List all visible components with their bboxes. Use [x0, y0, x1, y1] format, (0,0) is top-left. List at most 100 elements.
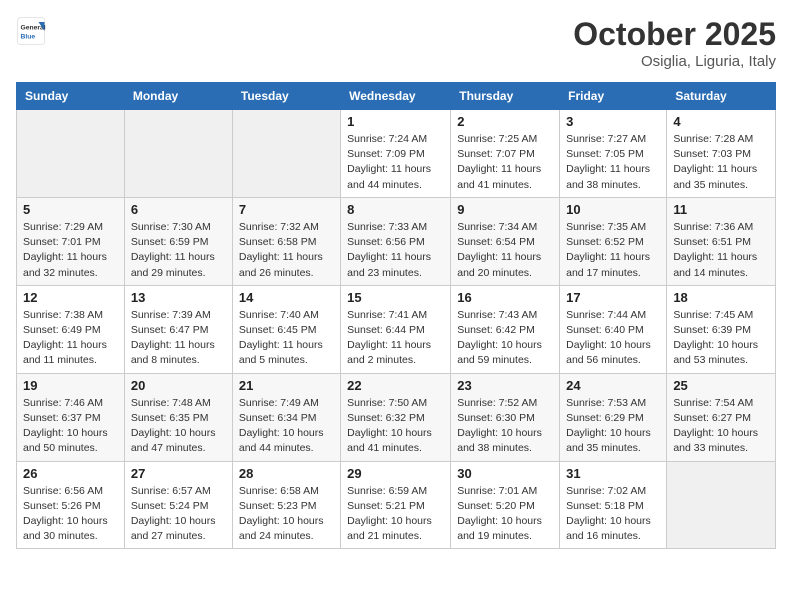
calendar-cell: 25 Sunrise: 7:54 AMSunset: 6:27 PMDayligh…: [667, 373, 776, 461]
day-info: Sunrise: 7:50 AMSunset: 6:32 PMDaylight:…: [347, 396, 444, 457]
day-info: Sunrise: 7:33 AMSunset: 6:56 PMDaylight:…: [347, 220, 444, 281]
day-number: 2: [457, 114, 553, 129]
day-number: 17: [566, 290, 660, 305]
page-header: General Blue October 2025 Osiglia, Ligur…: [16, 16, 776, 70]
day-info: Sunrise: 7:27 AMSunset: 7:05 PMDaylight:…: [566, 132, 660, 193]
day-number: 12: [23, 290, 118, 305]
day-number: 27: [131, 466, 226, 481]
day-info: Sunrise: 7:46 AMSunset: 6:37 PMDaylight:…: [23, 396, 118, 457]
day-number: 7: [239, 202, 334, 217]
calendar-cell: 14 Sunrise: 7:40 AMSunset: 6:45 PMDayligh…: [232, 285, 340, 373]
day-info: Sunrise: 7:41 AMSunset: 6:44 PMDaylight:…: [347, 308, 444, 369]
week-row-4: 19Sunrise: 7:46 AMSunset: 6:37 PMDayligh…: [17, 373, 776, 461]
calendar-cell: 15 Sunrise: 7:41 AMSunset: 6:44 PMDayligh…: [341, 285, 451, 373]
calendar-cell: 23 Sunrise: 7:52 AMSunset: 6:30 PMDayligh…: [451, 373, 560, 461]
calendar-cell: 8 Sunrise: 7:33 AMSunset: 6:56 PMDaylight…: [341, 197, 451, 285]
calendar-cell: 9 Sunrise: 7:34 AMSunset: 6:54 PMDaylight…: [451, 197, 560, 285]
calendar-cell: 26Sunrise: 6:56 AMSunset: 5:26 PMDayligh…: [17, 461, 125, 549]
day-info: Sunrise: 7:45 AMSunset: 6:39 PMDaylight:…: [673, 308, 769, 369]
day-number: 16: [457, 290, 553, 305]
svg-text:Blue: Blue: [21, 34, 36, 41]
day-number: 14: [239, 290, 334, 305]
day-info: Sunrise: 7:29 AMSunset: 7:01 PMDaylight:…: [23, 220, 118, 281]
calendar-cell: 10 Sunrise: 7:35 AMSunset: 6:52 PMDayligh…: [560, 197, 667, 285]
weekday-header-thursday: Thursday: [451, 83, 560, 110]
day-info: Sunrise: 7:34 AMSunset: 6:54 PMDaylight:…: [457, 220, 553, 281]
logo: General Blue: [16, 16, 46, 46]
day-number: 6: [131, 202, 226, 217]
calendar-cell: 31 Sunrise: 7:02 AMSunset: 5:18 PMDayligh…: [560, 461, 667, 549]
weekday-header-sunday: Sunday: [17, 83, 125, 110]
calendar-cell: 13 Sunrise: 7:39 AMSunset: 6:47 PMDayligh…: [124, 285, 232, 373]
week-row-5: 26Sunrise: 6:56 AMSunset: 5:26 PMDayligh…: [17, 461, 776, 549]
week-row-1: 1 Sunrise: 7:24 AMSunset: 7:09 PMDaylight…: [17, 110, 776, 198]
calendar-cell: 19Sunrise: 7:46 AMSunset: 6:37 PMDayligh…: [17, 373, 125, 461]
logo-icon: General Blue: [16, 16, 46, 46]
calendar-cell: 4Sunrise: 7:28 AMSunset: 7:03 PMDaylight…: [667, 110, 776, 198]
day-info: Sunrise: 7:52 AMSunset: 6:30 PMDaylight:…: [457, 396, 553, 457]
calendar-cell: [124, 110, 232, 198]
day-number: 5: [23, 202, 118, 217]
calendar-cell: 21Sunrise: 7:49 AMSunset: 6:34 PMDayligh…: [232, 373, 340, 461]
day-info: Sunrise: 7:35 AMSunset: 6:52 PMDaylight:…: [566, 220, 660, 281]
calendar-cell: 29 Sunrise: 6:59 AMSunset: 5:21 PMDayligh…: [341, 461, 451, 549]
weekday-header-saturday: Saturday: [667, 83, 776, 110]
calendar-cell: 16Sunrise: 7:43 AMSunset: 6:42 PMDayligh…: [451, 285, 560, 373]
calendar-cell: 17 Sunrise: 7:44 AMSunset: 6:40 PMDayligh…: [560, 285, 667, 373]
day-info: Sunrise: 7:01 AMSunset: 5:20 PMDaylight:…: [457, 484, 553, 545]
day-number: 15: [347, 290, 444, 305]
day-number: 10: [566, 202, 660, 217]
day-info: Sunrise: 7:49 AMSunset: 6:34 PMDaylight:…: [239, 396, 334, 457]
calendar-cell: 2 Sunrise: 7:25 AMSunset: 7:07 PMDaylight…: [451, 110, 560, 198]
day-info: Sunrise: 6:59 AMSunset: 5:21 PMDaylight:…: [347, 484, 444, 545]
day-info: Sunrise: 7:48 AMSunset: 6:35 PMDaylight:…: [131, 396, 226, 457]
day-number: 3: [566, 114, 660, 129]
day-number: 11: [673, 202, 769, 217]
day-number: 29: [347, 466, 444, 481]
day-info: Sunrise: 6:58 AMSunset: 5:23 PMDaylight:…: [239, 484, 334, 545]
day-number: 22: [347, 378, 444, 393]
day-number: 9: [457, 202, 553, 217]
calendar-cell: 30 Sunrise: 7:01 AMSunset: 5:20 PMDayligh…: [451, 461, 560, 549]
month-title: October 2025: [573, 16, 776, 53]
calendar-cell: [17, 110, 125, 198]
day-info: Sunrise: 7:39 AMSunset: 6:47 PMDaylight:…: [131, 308, 226, 369]
day-number: 18: [673, 290, 769, 305]
calendar-cell: 1 Sunrise: 7:24 AMSunset: 7:09 PMDaylight…: [341, 110, 451, 198]
day-number: 30: [457, 466, 553, 481]
day-info: Sunrise: 7:36 AMSunset: 6:51 PMDaylight:…: [673, 220, 769, 281]
calendar-cell: 6 Sunrise: 7:30 AMSunset: 6:59 PMDaylight…: [124, 197, 232, 285]
weekday-header-friday: Friday: [560, 83, 667, 110]
day-info: Sunrise: 7:40 AMSunset: 6:45 PMDaylight:…: [239, 308, 334, 369]
day-info: Sunrise: 7:54 AMSunset: 6:27 PMDaylight:…: [673, 396, 769, 457]
weekday-header-tuesday: Tuesday: [232, 83, 340, 110]
day-number: 25: [673, 378, 769, 393]
day-number: 31: [566, 466, 660, 481]
calendar-cell: [667, 461, 776, 549]
day-info: Sunrise: 7:30 AMSunset: 6:59 PMDaylight:…: [131, 220, 226, 281]
calendar-table: SundayMondayTuesdayWednesdayThursdayFrid…: [16, 82, 776, 549]
day-number: 28: [239, 466, 334, 481]
day-info: Sunrise: 7:25 AMSunset: 7:07 PMDaylight:…: [457, 132, 553, 193]
day-number: 1: [347, 114, 444, 129]
title-block: October 2025 Osiglia, Liguria, Italy: [573, 16, 776, 70]
calendar-cell: [232, 110, 340, 198]
day-info: Sunrise: 6:56 AMSunset: 5:26 PMDaylight:…: [23, 484, 118, 545]
day-info: Sunrise: 7:32 AMSunset: 6:58 PMDaylight:…: [239, 220, 334, 281]
weekday-header-row: SundayMondayTuesdayWednesdayThursdayFrid…: [17, 83, 776, 110]
day-number: 23: [457, 378, 553, 393]
day-info: Sunrise: 7:02 AMSunset: 5:18 PMDaylight:…: [566, 484, 660, 545]
calendar-cell: 22 Sunrise: 7:50 AMSunset: 6:32 PMDayligh…: [341, 373, 451, 461]
day-info: Sunrise: 7:53 AMSunset: 6:29 PMDaylight:…: [566, 396, 660, 457]
day-number: 8: [347, 202, 444, 217]
calendar-cell: 11 Sunrise: 7:36 AMSunset: 6:51 PMDayligh…: [667, 197, 776, 285]
week-row-3: 12Sunrise: 7:38 AMSunset: 6:49 PMDayligh…: [17, 285, 776, 373]
day-number: 20: [131, 378, 226, 393]
day-info: Sunrise: 7:44 AMSunset: 6:40 PMDaylight:…: [566, 308, 660, 369]
calendar-cell: 24Sunrise: 7:53 AMSunset: 6:29 PMDayligh…: [560, 373, 667, 461]
day-info: Sunrise: 6:57 AMSunset: 5:24 PMDaylight:…: [131, 484, 226, 545]
weekday-header-wednesday: Wednesday: [341, 83, 451, 110]
day-info: Sunrise: 7:24 AMSunset: 7:09 PMDaylight:…: [347, 132, 444, 193]
day-number: 13: [131, 290, 226, 305]
day-number: 4: [673, 114, 769, 129]
